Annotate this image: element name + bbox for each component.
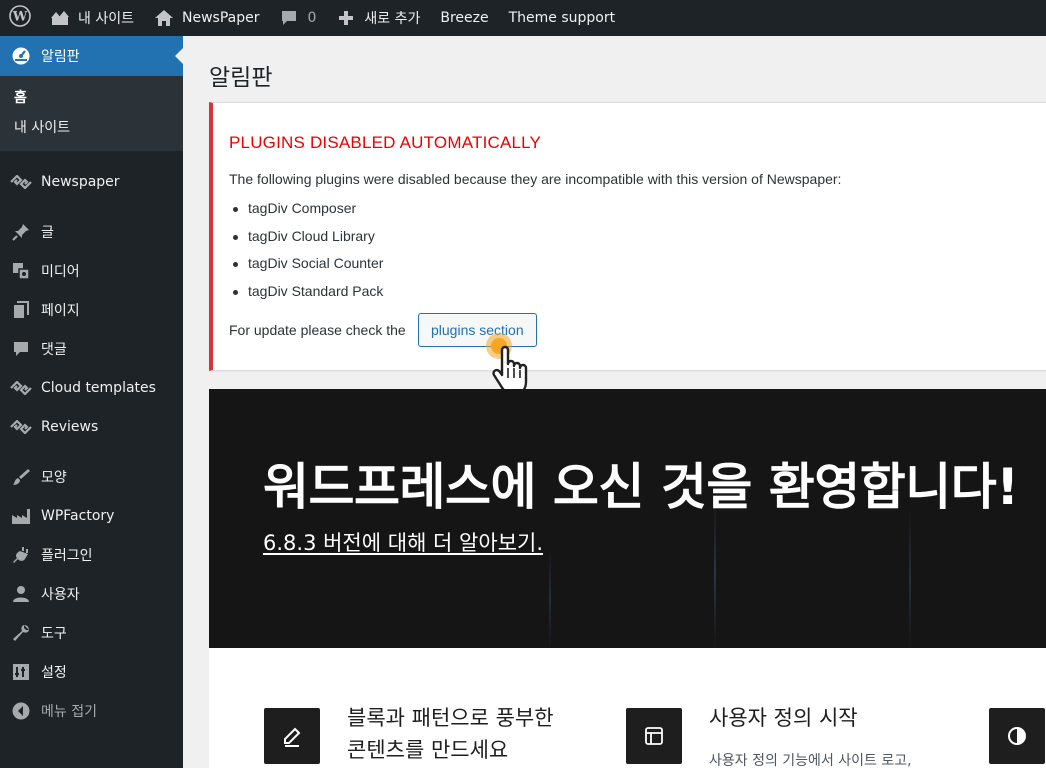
sidebar-item-media[interactable]: 미디어 [0, 251, 183, 290]
pencil-icon [264, 708, 320, 764]
pin-icon [10, 221, 32, 243]
home-icon [154, 8, 174, 28]
page-title: 알림판 [209, 65, 273, 91]
feature-desc-customize: 사용자 정의 기능에서 사이트 로고, [709, 753, 912, 768]
welcome-features: 블록과 패턴으로 풍부한 콘텐츠를 만드세요 사용자 정의 시작 사용자 정의 … [209, 648, 1046, 768]
plugins-disabled-notice: PLUGINS DISABLED AUTOMATICALLY The follo… [209, 102, 1046, 371]
settings-icon [10, 661, 32, 683]
sidebar-item-dashboard[interactable]: 알림판 [0, 36, 183, 76]
welcome-heading: 워드프레스에 오신 것을 환영합니다! [263, 458, 1019, 516]
admin-bar: W 내 사이트 NewsPaper 0 새로 추가 Breeze Theme s… [0, 0, 1046, 36]
notice-heading: PLUGINS DISABLED AUTOMATICALLY [229, 133, 542, 152]
sidebar-item-label: WPFactory [41, 507, 115, 524]
sidebar-item-label: 모양 [41, 469, 67, 486]
sidebar-item-wpfactory[interactable]: WPFactory [0, 496, 183, 535]
sidebar-item-label: 알림판 [41, 49, 80, 65]
submenu-home[interactable]: 홈 [0, 83, 183, 113]
admin-bar-breeze-label: Breeze [440, 10, 489, 26]
wordpress-logo-icon: W [9, 5, 31, 31]
sidebar-item-pages[interactable]: 페이지 [0, 290, 183, 329]
tagdiv-icon [10, 171, 32, 193]
list-item: tagDiv Cloud Library [232, 228, 383, 256]
feature-title-blocks-1: 블록과 패턴으로 풍부한 [347, 706, 554, 730]
wrench-icon [10, 622, 32, 644]
admin-bar-site[interactable]: NewsPaper [144, 0, 269, 36]
disabled-plugins-list: tagDiv Composer tagDiv Cloud Library tag… [232, 200, 383, 311]
comment-icon [279, 8, 299, 28]
factory-icon [10, 505, 32, 527]
collapse-menu-label: 메뉴 접기 [41, 703, 97, 720]
brush-icon [10, 466, 32, 488]
admin-bar-site-name: 내 사이트 [78, 11, 134, 27]
comment-icon [10, 338, 32, 360]
update-text: For update please check the [229, 322, 406, 338]
admin-bar-comments[interactable]: 0 [269, 0, 326, 36]
admin-bar-new-label: 새로 추가 [364, 11, 421, 27]
svg-text:W: W [12, 10, 28, 25]
welcome-panel: 워드프레스에 오신 것을 환영합니다! 6.8.3 버전에 대해 더 알아보기. [209, 389, 1046, 648]
list-item: tagDiv Social Counter [232, 255, 383, 283]
notice-text: The following plugins were disabled beca… [229, 171, 842, 187]
list-item: tagDiv Composer [232, 200, 383, 228]
collapse-menu-button[interactable]: 메뉴 접기 [0, 691, 183, 730]
admin-bar-breeze[interactable]: Breeze [430, 0, 498, 36]
sidebar-item-newspaper[interactable]: Newspaper [0, 162, 183, 201]
feature-title-blocks-2: 콘텐츠를 만드세요 [347, 738, 509, 762]
plugin-icon [10, 544, 32, 566]
pages-icon [10, 299, 32, 321]
collapse-icon [10, 700, 32, 722]
feature-title-customize: 사용자 정의 시작 [709, 706, 858, 730]
site-icon [50, 8, 70, 28]
dashboard-icon [10, 45, 32, 67]
contrast-icon [989, 708, 1045, 764]
wordpress-logo-button[interactable]: W [0, 0, 40, 36]
admin-bar-theme-support[interactable]: Theme support [499, 0, 626, 36]
sidebar-item-label: Cloud templates [41, 379, 156, 396]
admin-bar-new-content[interactable]: 새로 추가 [326, 0, 430, 36]
sidebar-item-label: 도구 [41, 625, 67, 642]
sidebar-item-label: Newspaper [41, 173, 120, 190]
plus-icon [336, 8, 356, 28]
sidebar-item-comments[interactable]: 댓글 [0, 329, 183, 368]
sidebar-item-appearance[interactable]: 모양 [0, 457, 183, 496]
dashboard-submenu: 홈 내 사이트 [0, 76, 183, 151]
sidebar-item-reviews[interactable]: Reviews [0, 407, 183, 446]
submenu-my-sites[interactable]: 내 사이트 [0, 113, 183, 143]
version-link[interactable]: 6.8.3 버전에 대해 더 알아보기. [263, 527, 543, 557]
tagdiv-icon [10, 377, 32, 399]
admin-bar-theme-name: NewsPaper [181, 10, 260, 26]
sidebar-item-settings[interactable]: 설정 [0, 652, 183, 691]
sidebar-item-posts[interactable]: 글 [0, 212, 183, 251]
media-icon [10, 260, 32, 282]
sidebar-item-plugins[interactable]: 플러그인 [0, 535, 183, 574]
sidebar-item-label: 글 [41, 224, 54, 241]
sidebar-item-label: 설정 [41, 664, 67, 681]
sidebar-item-label: 사용자 [41, 586, 80, 603]
sidebar-item-cloud-templates[interactable]: Cloud templates [0, 368, 183, 407]
sidebar-item-tools[interactable]: 도구 [0, 613, 183, 652]
user-icon [10, 583, 32, 605]
sidebar-item-label: Reviews [41, 418, 99, 435]
list-item: tagDiv Standard Pack [232, 283, 383, 311]
admin-sidebar: 알림판 홈 내 사이트 Newspaper 글 미디어 페이지 댓글 Cloud… [0, 36, 183, 768]
tagdiv-icon [10, 416, 32, 438]
main-content: 알림판 PLUGINS DISABLED AUTOMATICALLY The f… [183, 36, 1046, 768]
sidebar-item-label: 댓글 [41, 341, 67, 358]
admin-bar-theme-support-label: Theme support [508, 10, 616, 26]
sidebar-item-label: 플러그인 [41, 547, 93, 564]
sidebar-item-label: 미디어 [41, 263, 80, 280]
sidebar-item-users[interactable]: 사용자 [0, 574, 183, 613]
layout-icon [626, 708, 682, 764]
comments-count: 0 [307, 10, 317, 26]
sidebar-item-label: 페이지 [41, 302, 80, 319]
admin-bar-my-sites[interactable]: 내 사이트 [40, 0, 144, 36]
